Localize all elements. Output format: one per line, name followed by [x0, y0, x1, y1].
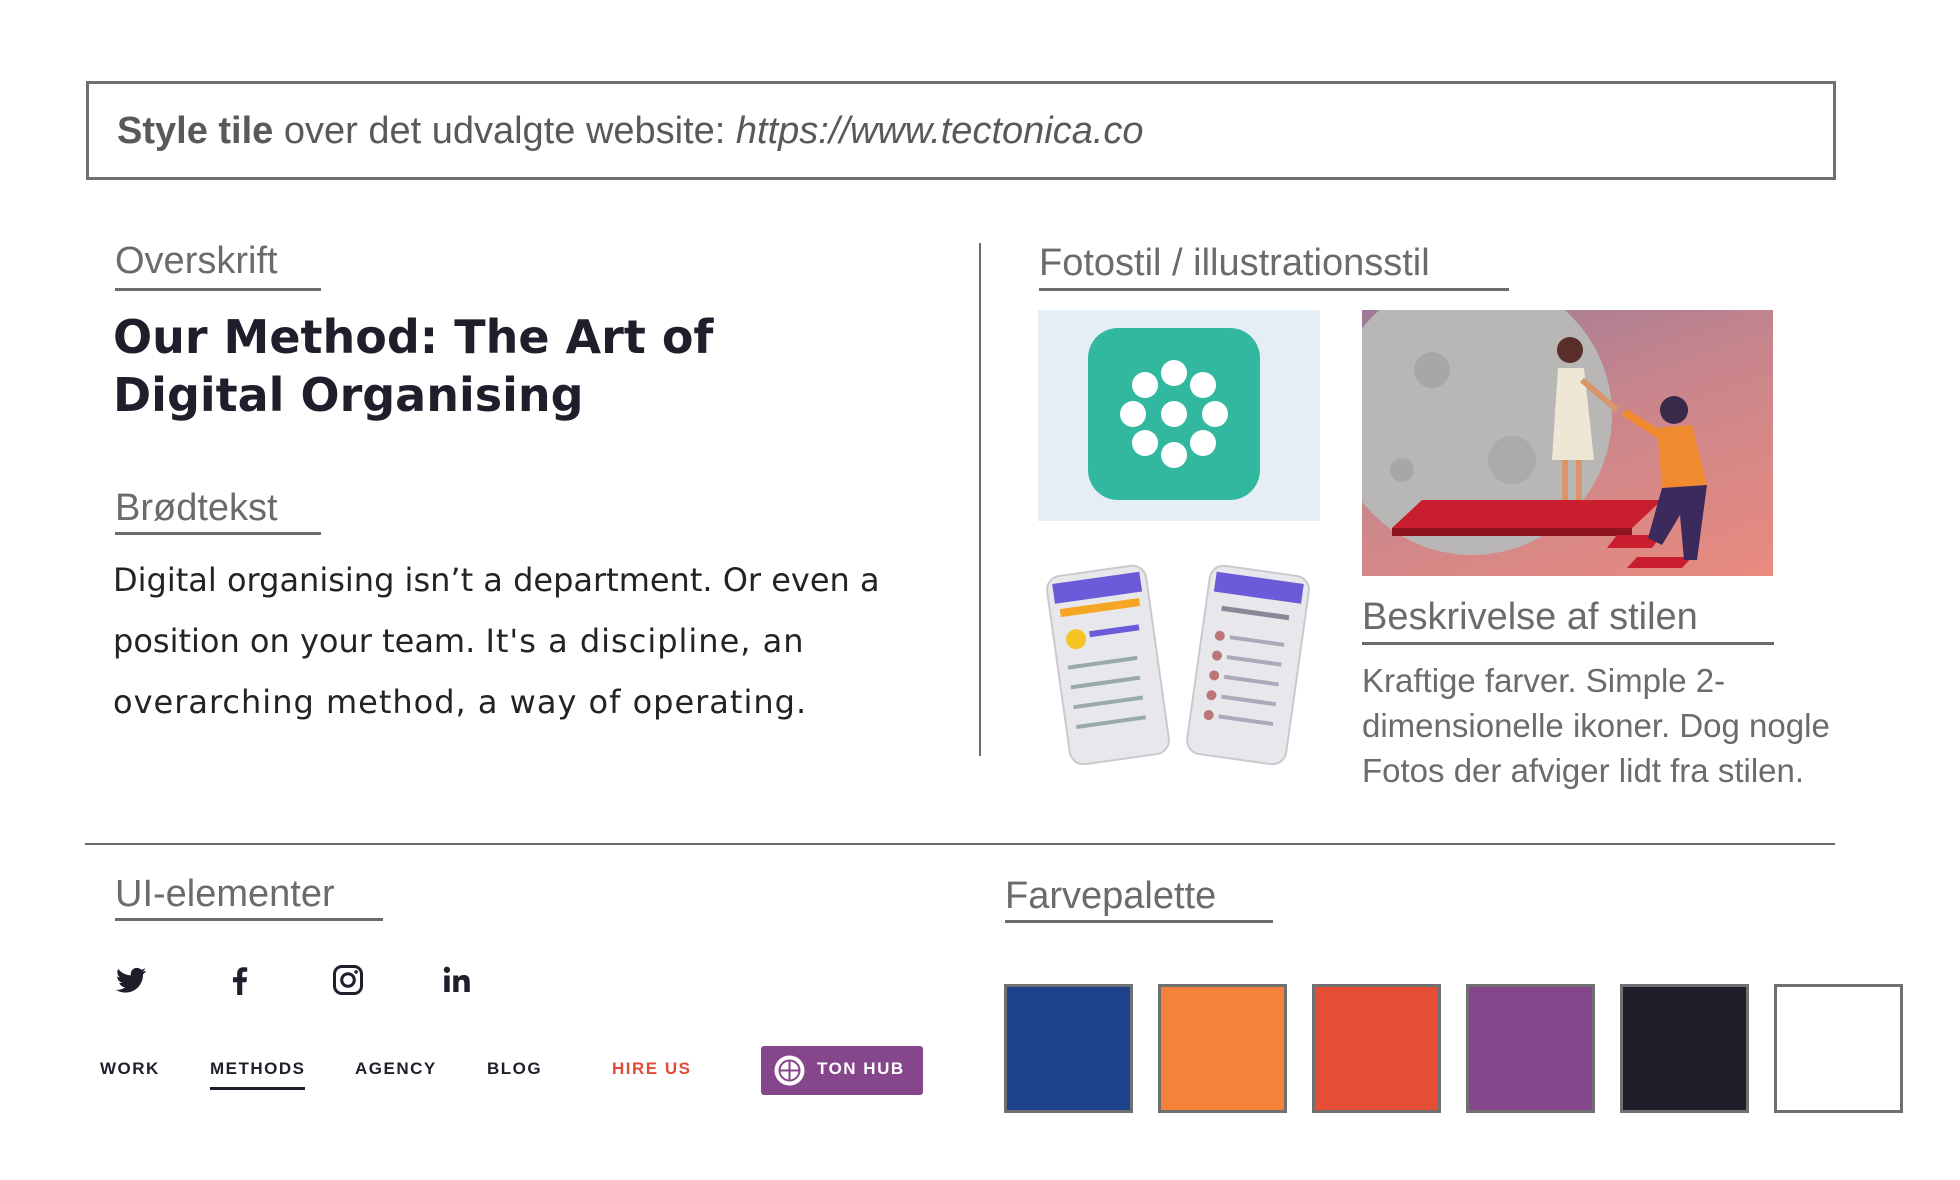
photo-label-underline — [1039, 288, 1509, 291]
phones-illustration — [1046, 564, 1310, 766]
instagram-icon[interactable] — [330, 962, 366, 998]
nav-methods[interactable]: METHODS — [210, 1059, 306, 1079]
linkedin-icon[interactable] — [439, 962, 475, 998]
color-swatch-white — [1774, 984, 1903, 1113]
moon-illustration — [1362, 310, 1707, 568]
dots-app-icon — [1088, 328, 1260, 500]
style-description: Kraftige farver. Simple 2-dimensionelle … — [1362, 662, 1830, 789]
section-divider — [85, 843, 1835, 845]
palette-section-label: Farvepalette — [1005, 875, 1217, 917]
ton-hub-label: TON HUB — [817, 1059, 905, 1078]
ton-hub-button[interactable]: TON HUB — [761, 1046, 923, 1095]
title-text: over det udvalgte website: — [273, 110, 736, 152]
column-divider — [979, 243, 981, 756]
title-bold: Style tile — [117, 110, 274, 152]
photo-section-label: Fotostil / illustrationsstil — [1039, 242, 1430, 284]
ton-hub-logo-icon — [774, 1055, 805, 1086]
body-label-underline — [115, 532, 321, 535]
style-tile-title-box: Style tile over det udvalgte website: ht… — [86, 81, 1836, 180]
dots-icon — [1120, 360, 1228, 468]
color-swatch-dark — [1620, 984, 1749, 1113]
facebook-icon[interactable] — [222, 962, 258, 998]
heading-section-label: Overskrift — [115, 240, 278, 282]
description-section-label: Beskrivelse af stilen — [1362, 596, 1698, 638]
body-sample: Digital organising isn’t a department. O… — [113, 550, 913, 733]
app-icon-image — [1038, 310, 1320, 521]
mobile-app-screens-image — [1038, 555, 1320, 766]
ui-label-underline — [115, 918, 383, 921]
nav-blog[interactable]: BLOG — [487, 1059, 542, 1079]
color-swatch-blue — [1004, 984, 1133, 1113]
moon-illustration-image — [1362, 310, 1773, 576]
heading-line-2: Digital Organising — [113, 368, 584, 422]
palette-label-underline — [1005, 920, 1273, 923]
twitter-icon[interactable] — [113, 962, 149, 998]
nav-hire-us[interactable]: HIRE US — [612, 1059, 691, 1079]
heading-label-underline — [115, 288, 321, 291]
description-label-underline — [1362, 642, 1774, 645]
nav-work[interactable]: WORK — [100, 1059, 160, 1079]
nav-agency[interactable]: AGENCY — [355, 1059, 437, 1079]
heading-line-1: Our Method: The Art of — [113, 310, 714, 364]
color-swatch-orange — [1158, 984, 1287, 1113]
color-swatch-purple — [1466, 984, 1595, 1113]
heading-sample: Our Method: The Art of Digital Organisin… — [113, 308, 833, 424]
title-url: https://www.tectonica.co — [735, 110, 1144, 152]
style-tile-title: Style tile over det udvalgte website: ht… — [117, 110, 1144, 153]
ui-section-label: UI-elementer — [115, 873, 335, 915]
body-section-label: Brødtekst — [115, 487, 278, 529]
nav-active-indicator — [210, 1087, 305, 1090]
color-swatch-red — [1312, 984, 1441, 1113]
